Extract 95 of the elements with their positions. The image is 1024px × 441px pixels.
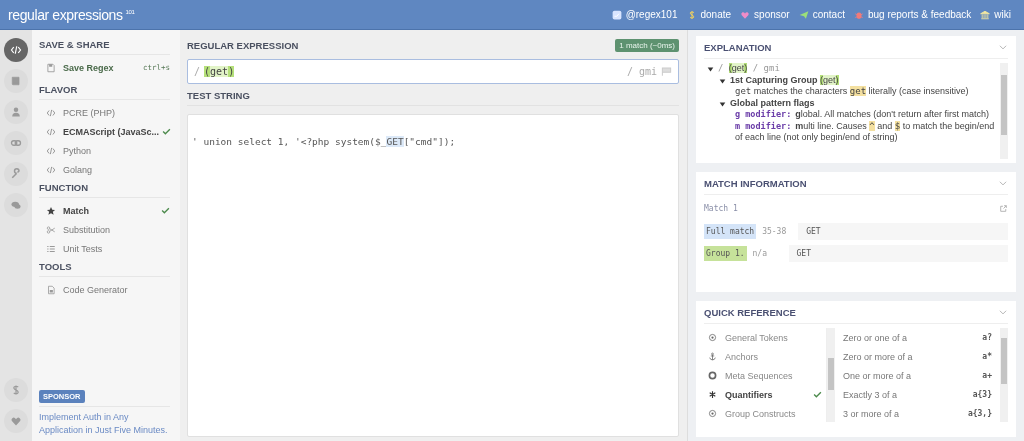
- flavor-option[interactable]: Golang: [63, 164, 93, 175]
- target-icon: [708, 409, 717, 418]
- token-description: Zero or one of a: [843, 332, 908, 343]
- category-item[interactable]: Quantifiers: [725, 389, 773, 400]
- match-range: 35-38: [762, 226, 788, 236]
- scrollbar[interactable]: [1000, 63, 1008, 159]
- panel-title: QUICK REFERENCE: [704, 306, 796, 318]
- scissors-icon: [46, 224, 56, 235]
- token: a{3}: [972, 390, 992, 399]
- regex-text: (get): [204, 66, 235, 77]
- star-icon: [46, 205, 56, 216]
- regex-field[interactable]: / (get) / gmi: [187, 59, 679, 84]
- match-type-label: Group 1.: [704, 245, 747, 261]
- match-label: Match 1: [704, 203, 738, 213]
- ring-icon: [708, 371, 717, 380]
- save-regex-link[interactable]: Save Regex: [63, 62, 114, 73]
- flavor-option[interactable]: PCRE (PHP): [63, 107, 115, 118]
- explanation-text: g modifier: global. All matches (don't return after first match): [734, 109, 990, 121]
- scrollbar[interactable]: [1000, 328, 1008, 422]
- category-item[interactable]: Group Constructs: [725, 408, 796, 419]
- token: a{3,}: [967, 409, 992, 418]
- header-link[interactable]: @regex101: [625, 9, 678, 20]
- triangle-icon[interactable]: [719, 100, 726, 108]
- match-range: n/a: [752, 248, 768, 258]
- chevron-icon[interactable]: [998, 178, 1008, 188]
- header-link[interactable]: bug reports & feedback: [867, 9, 972, 20]
- category-item[interactable]: General Tokens: [725, 332, 788, 343]
- section-title: REGULAR EXPRESSION: [187, 39, 299, 51]
- document-icon: [46, 284, 56, 295]
- tool-option[interactable]: Code Generator: [63, 284, 128, 295]
- token: a*: [982, 352, 992, 361]
- anchor-icon: [708, 352, 717, 361]
- token-description: 3 or more of a: [843, 408, 900, 419]
- section-title: TEST STRING: [187, 90, 679, 106]
- explanation-text: / (get) / gmi: [718, 63, 780, 75]
- header-link[interactable]: sponsor: [754, 9, 790, 20]
- function-option[interactable]: Substitution: [63, 224, 111, 235]
- match-value: GET: [798, 222, 1008, 240]
- token: a?: [982, 333, 992, 342]
- code-icon: [46, 164, 56, 175]
- scrollbar[interactable]: [827, 328, 835, 422]
- test-string-text: ' union select 1, '<?php system($_GET["cmd"]);: [192, 136, 456, 147]
- token-description: Exactly 3 of a: [843, 389, 898, 400]
- section-title: TOOLS: [39, 258, 170, 277]
- category-item[interactable]: Anchors: [725, 351, 759, 362]
- plane-icon: [798, 9, 809, 20]
- header-link[interactable]: contact: [812, 9, 845, 20]
- flavor-option[interactable]: Python: [63, 145, 92, 156]
- match-count-badge: 1 match (~0ms): [615, 38, 679, 52]
- heart-icon: [740, 9, 751, 20]
- link-icon[interactable]: [4, 131, 28, 155]
- bank-icon: [980, 9, 991, 20]
- token: a+: [982, 371, 992, 380]
- explanation-text: Global pattern flags: [730, 97, 815, 109]
- share-icon[interactable]: [999, 203, 1008, 213]
- header-link[interactable]: donate: [700, 9, 732, 20]
- wrench-icon[interactable]: [4, 162, 28, 186]
- asterisk-icon: [708, 390, 717, 399]
- explanation-text: 1st Capturing Group (get): [730, 74, 839, 86]
- explanation-text: m modifier: multi line. Causes ^ and $ to match the begin/end of each line (not only begin/end of string): [734, 120, 996, 144]
- function-option[interactable]: Unit Tests: [63, 243, 103, 254]
- logo[interactable]: regular expressions $^{101}$: [8, 6, 135, 23]
- flavor-option[interactable]: ECMAScript (JavaSc...: [63, 126, 160, 137]
- code-icon: [46, 107, 56, 118]
- test-string-field[interactable]: ' union select 1, '<?php system($_GET["cmd"]);: [187, 114, 679, 437]
- sponsor-link[interactable]: Implement Auth in Any Application in Just Five Minutes.: [39, 411, 170, 437]
- panel-title: EXPLANATION: [704, 41, 772, 53]
- chevron-icon[interactable]: [998, 42, 1008, 52]
- delimiter: /: [194, 66, 201, 77]
- category-item[interactable]: Meta Sequences: [725, 370, 793, 381]
- token-description: Zero or more of a: [843, 351, 913, 362]
- target-icon: [708, 333, 717, 342]
- chevron-icon[interactable]: [998, 307, 1008, 317]
- code-icon: [46, 126, 56, 137]
- header-link[interactable]: wiki: [994, 9, 1011, 20]
- triangle-icon[interactable]: [707, 66, 714, 73]
- triangle-icon[interactable]: [719, 77, 726, 85]
- user-icon[interactable]: [4, 100, 28, 124]
- explanation-text: get matches the characters get literally (case insensitive): [734, 86, 969, 98]
- flag-icon[interactable]: [661, 66, 672, 77]
- section-title: FUNCTION: [39, 179, 170, 198]
- function-option[interactable]: Match: [63, 205, 89, 216]
- regex-flags[interactable]: / gmi: [626, 66, 657, 77]
- code-icon: [46, 145, 56, 156]
- dollar-icon[interactable]: [4, 378, 28, 402]
- floppy-icon: [46, 62, 56, 73]
- list-icon: [46, 243, 56, 254]
- code-icon[interactable]: [4, 38, 28, 62]
- panel-title: MATCH INFORMATION: [704, 177, 807, 189]
- section-title: SAVE & SHARE: [39, 36, 170, 55]
- chat-icon[interactable]: [4, 193, 28, 217]
- match-value: GET: [788, 244, 1008, 262]
- match-type-label: Full match: [704, 223, 757, 239]
- section-title: FLAVOR: [39, 81, 170, 100]
- token-description: One or more of a: [843, 370, 912, 381]
